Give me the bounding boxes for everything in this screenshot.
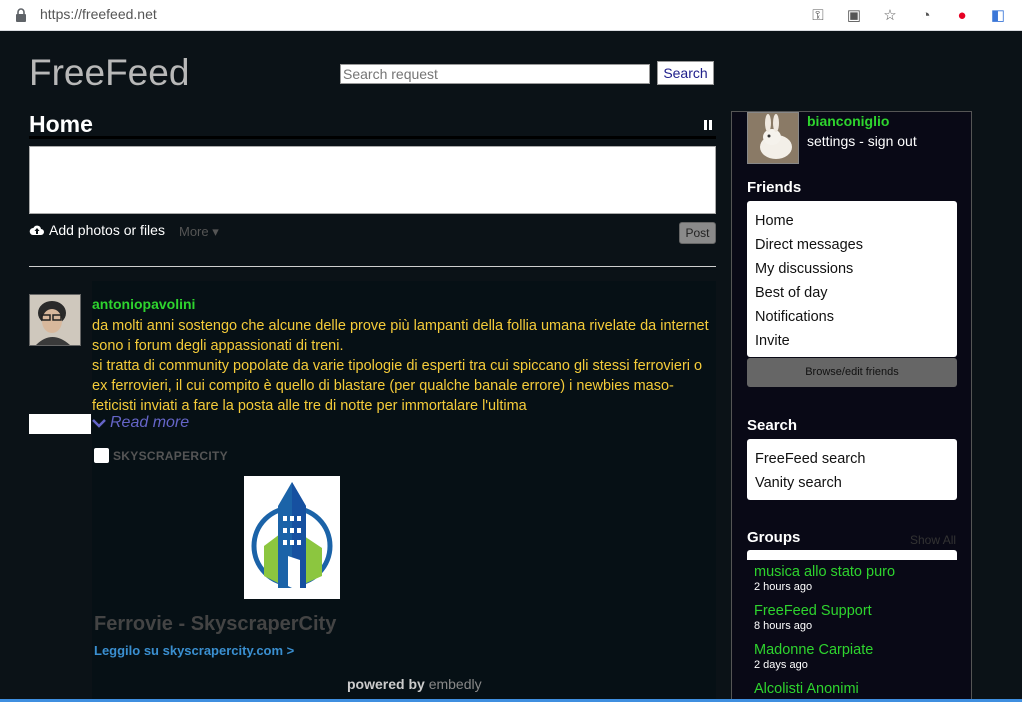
new-post-textarea[interactable] — [29, 146, 716, 214]
sidebar-item-my-discussions[interactable]: My discussions — [755, 257, 949, 281]
search-button[interactable]: Search — [657, 61, 714, 85]
search-heading: Search — [747, 417, 798, 434]
page-title: Home — [29, 111, 93, 137]
browser-toolbar-icons: ⚿ ▣ ☆ ◔ ● ◧ — [808, 5, 1008, 25]
url-text[interactable]: https://freefeed.net — [40, 6, 157, 22]
author-photo — [30, 295, 80, 345]
skyscrapercity-favicon-icon — [94, 448, 109, 463]
list-item[interactable]: FreeFeed Support 8 hours ago — [754, 603, 872, 632]
lock-icon — [16, 8, 26, 22]
embed-site-name: SKYSCRAPERCITY — [113, 448, 228, 463]
pause-icon[interactable] — [704, 120, 712, 130]
sidebar-username[interactable]: bianconiglio — [807, 113, 889, 129]
embed-title[interactable]: Ferrovie - SkyscraperCity — [94, 613, 336, 636]
browse-friends-button[interactable]: Browse/edit friends — [747, 358, 957, 387]
chevron-down-icon — [92, 419, 106, 428]
speedometer-icon[interactable]: ◔ — [916, 5, 936, 25]
pinterest-icon[interactable]: ● — [952, 5, 972, 25]
group-time: 8 hours ago — [754, 620, 813, 632]
read-more-link[interactable]: Read more — [92, 414, 189, 432]
post-author[interactable]: antoniopavolini — [92, 296, 195, 312]
skyscrapercity-logo — [251, 482, 333, 592]
friends-heading: Friends — [747, 179, 802, 196]
group-name[interactable]: Madonne Carpiate — [754, 642, 873, 658]
group-time: 2 hours ago — [754, 581, 813, 593]
sidebar-item-freefeed-search[interactable]: FreeFeed search — [755, 447, 949, 471]
sidebar-item-best-of-day[interactable]: Best of day — [755, 281, 949, 305]
group-name[interactable]: Alcolisti Anonimi — [754, 681, 859, 697]
embed-site: SKYSCRAPERCITY — [94, 448, 228, 463]
list-item[interactable]: musica allo stato puro 2 hours ago — [754, 564, 895, 593]
sidebar-item-invite[interactable]: Invite — [755, 329, 949, 353]
site-logo[interactable]: FreeFeed — [29, 52, 189, 94]
list-item[interactable]: Alcolisti Anonimi — [754, 681, 859, 697]
post-body: da molti anni sostengo che alcune delle … — [92, 316, 716, 413]
add-photos-button[interactable]: Add photos or files — [29, 222, 165, 238]
sidebar-item-notifications[interactable]: Notifications — [755, 305, 949, 329]
post-paragraph: si tratta di community popolate da varie… — [92, 358, 703, 413]
embedly-label: embedly — [428, 676, 482, 692]
sidebar-item-home[interactable]: Home — [755, 209, 949, 233]
user-links[interactable]: settings - sign out — [807, 133, 917, 149]
embed-powered-by[interactable]: powered by embedly — [347, 676, 482, 692]
translate-icon[interactable]: ▣ — [844, 5, 864, 25]
user-photo — [748, 113, 798, 163]
groups-box — [747, 550, 957, 560]
add-photos-label: Add photos or files — [49, 222, 165, 238]
search-menu: FreeFeed search Vanity search — [747, 439, 957, 500]
extension-icon[interactable]: ◧ — [988, 5, 1008, 25]
embed-link[interactable]: Leggilo su skyscrapercity.com > — [94, 643, 294, 658]
show-all-groups-link[interactable]: Show All — [910, 533, 956, 547]
sidebar-item-direct-messages[interactable]: Direct messages — [755, 233, 949, 257]
browser-address-bar: https://freefeed.net ⚿ ▣ ☆ ◔ ● ◧ — [0, 0, 1022, 31]
sidebar: bianconiglio settings - sign out Friends… — [731, 111, 972, 702]
list-item[interactable]: Madonne Carpiate 2 days ago — [754, 642, 873, 671]
avatar[interactable] — [29, 294, 81, 346]
star-icon[interactable]: ☆ — [880, 5, 900, 25]
more-options-link[interactable]: More ▾ — [179, 224, 219, 240]
search-input[interactable] — [340, 64, 650, 84]
cloud-upload-icon — [29, 225, 44, 235]
key-icon[interactable]: ⚿ — [808, 5, 828, 25]
divider — [29, 266, 716, 267]
white-block — [29, 414, 91, 434]
friends-menu: Home Direct messages My discussions Best… — [747, 201, 957, 357]
powered-by-label: powered by — [347, 676, 425, 692]
post-button[interactable]: Post — [679, 222, 716, 244]
post-paragraph: da molti anni sostengo che alcune delle … — [92, 318, 709, 354]
group-name[interactable]: FreeFeed Support — [754, 603, 872, 619]
title-underline — [29, 136, 716, 139]
group-name[interactable]: musica allo stato puro — [754, 564, 895, 580]
embed-image[interactable] — [244, 476, 340, 599]
groups-heading: Groups — [747, 529, 801, 546]
sidebar-item-vanity-search[interactable]: Vanity search — [755, 471, 949, 495]
page: FreeFeed Search Home Add photos or files… — [0, 31, 1022, 702]
read-more-label: Read more — [110, 414, 190, 431]
avatar[interactable] — [747, 112, 799, 164]
group-time: 2 days ago — [754, 659, 808, 671]
